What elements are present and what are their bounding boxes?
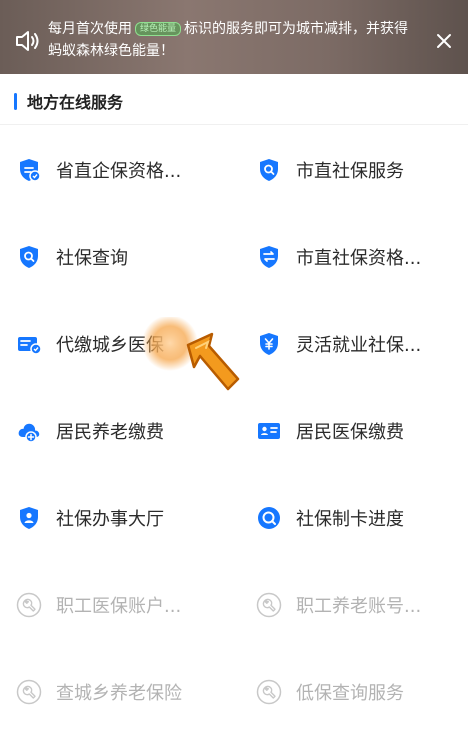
- service-item[interactable]: 职工养老账号...: [256, 590, 421, 620]
- shield-yuan-icon: [260, 333, 278, 355]
- service-item[interactable]: 代缴城乡医保: [16, 329, 164, 359]
- divider: [0, 124, 468, 125]
- service-label: 灵活就业社保...: [296, 335, 422, 356]
- service-label: 查城乡养老保险: [56, 683, 182, 704]
- service-label: 职工养老账号...: [296, 596, 422, 617]
- wrench-icon: [256, 679, 282, 705]
- section-title: 地方在线服务: [27, 93, 124, 112]
- section-accent-bar: [14, 92, 17, 110]
- id-card-icon: [258, 423, 280, 439]
- service-label: 居民养老缴费: [56, 422, 164, 443]
- service-label: 职工医保账户...: [56, 596, 182, 617]
- banner-text: 每月首次使用 绿色能量 标识的服务即可为城市减排，并获得蚂蚁森林绿色能量！: [48, 18, 418, 62]
- energy-notice-banner: 每月首次使用 绿色能量 标识的服务即可为城市减排，并获得蚂蚁森林绿色能量！: [0, 0, 468, 74]
- wrench-icon: [256, 592, 282, 618]
- wrench-icon: [16, 679, 42, 705]
- speaker-icon: [16, 31, 39, 51]
- service-item[interactable]: 市直社保服务: [256, 155, 404, 185]
- cloud-plus-icon: [18, 423, 40, 443]
- service-item[interactable]: 省直企保资格...: [16, 155, 181, 185]
- service-item[interactable]: 职工医保账户...: [16, 590, 181, 620]
- green-energy-tag: 绿色能量: [135, 22, 182, 36]
- service-label: 社保办事大厅: [56, 509, 164, 530]
- circle-progress-icon: [258, 507, 280, 529]
- shield-search-icon: [260, 159, 278, 181]
- service-label: 居民医保缴费: [296, 422, 404, 443]
- service-item[interactable]: 查城乡养老保险: [16, 677, 182, 707]
- enterprise-shield-icon: [20, 159, 41, 182]
- service-label: 市直社保资格...: [296, 248, 422, 269]
- banner-text-before: 每月首次使用: [48, 21, 132, 37]
- service-label: 社保制卡进度: [296, 509, 404, 530]
- service-item[interactable]: 社保查询: [16, 242, 128, 272]
- card-check-icon: [18, 337, 42, 355]
- service-item[interactable]: 居民养老缴费: [16, 416, 164, 446]
- shield-person-icon: [20, 507, 38, 529]
- service-item[interactable]: 社保办事大厅: [16, 503, 164, 533]
- service-item[interactable]: 社保制卡进度: [256, 503, 404, 533]
- service-item[interactable]: 低保查询服务: [256, 677, 404, 707]
- service-item[interactable]: 居民医保缴费: [256, 416, 404, 446]
- service-item[interactable]: 市直社保资格...: [256, 242, 421, 272]
- shield-swap-icon: [260, 246, 278, 268]
- service-label: 代缴城乡医保: [56, 335, 164, 356]
- section-header: 地方在线服务: [14, 90, 123, 112]
- service-label: 省直企保资格...: [56, 161, 182, 182]
- service-item[interactable]: 灵活就业社保...: [256, 329, 421, 359]
- shield-search-icon: [20, 246, 38, 268]
- service-label: 社保查询: [56, 248, 128, 269]
- service-label: 低保查询服务: [296, 683, 404, 704]
- service-label: 市直社保服务: [296, 161, 404, 182]
- wrench-icon: [16, 592, 42, 618]
- close-icon[interactable]: [436, 33, 452, 49]
